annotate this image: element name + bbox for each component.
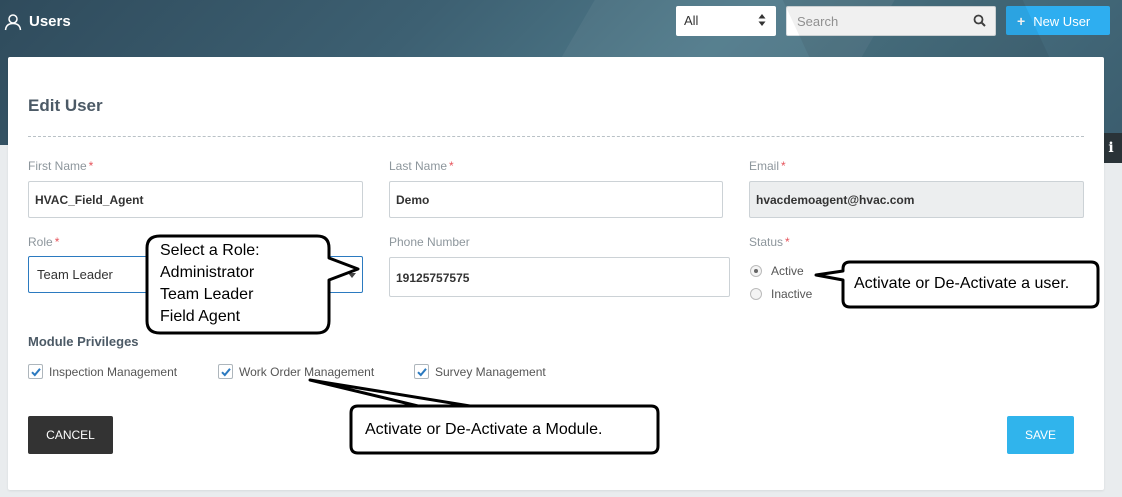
user-icon [4, 14, 22, 31]
new-user-button[interactable]: + New User [1006, 6, 1110, 35]
filter-select-value: All [684, 13, 699, 28]
role-label: Role * [28, 235, 59, 249]
plus-icon: + [1017, 13, 1026, 29]
required-mark: * [785, 235, 790, 249]
email-label-text: Email [749, 159, 780, 173]
role-callout-text: Select a Role: Administrator Team Leader… [160, 240, 260, 328]
cancel-button[interactable]: CANCEL [28, 416, 113, 454]
role-callout-line: Administrator [160, 264, 255, 281]
module-label: Work Order Management [239, 365, 375, 379]
required-mark: * [781, 159, 786, 173]
module-inspection-management[interactable]: Inspection Management [28, 364, 177, 379]
status-callout-text: Activate or De-Activate a user. [854, 275, 1070, 292]
status-label: Status * [749, 235, 790, 249]
role-label-text: Role [28, 235, 53, 249]
module-label: Survey Management [435, 365, 546, 379]
role-select-value: Team Leader [37, 267, 113, 282]
checkbox-checked-icon[interactable] [414, 364, 429, 379]
role-callout-line: Team Leader [160, 286, 254, 303]
save-button[interactable]: SAVE [1007, 416, 1074, 454]
required-mark: * [54, 235, 60, 249]
status-inactive-label: Inactive [771, 287, 813, 301]
email-label: Email * [749, 159, 786, 173]
module-callout-text: Activate or De-Activate a Module. [365, 421, 603, 438]
checkbox-checked-icon[interactable] [28, 364, 43, 379]
status-inactive-option[interactable]: Inactive [750, 287, 812, 301]
status-active-option[interactable]: Active [750, 264, 804, 278]
module-privileges-heading: Module Privileges [28, 334, 139, 349]
first-name-label: First Name * [28, 159, 93, 173]
status-label-text: Status [749, 235, 784, 249]
new-user-label: New User [1033, 14, 1091, 29]
phone-label-text: Phone Number [389, 235, 470, 249]
user-filter-select[interactable]: All [676, 6, 776, 36]
module-label: Inspection Management [49, 365, 178, 379]
role-callout-line: Field Agent [160, 308, 241, 325]
search-input[interactable] [787, 7, 957, 35]
search-box [786, 6, 996, 36]
module-work-order-management[interactable]: Work Order Management [218, 364, 374, 379]
first-name-field[interactable]: HVAC_Field_Agent [28, 181, 363, 218]
form-title: Edit User [28, 96, 103, 115]
last-name-field[interactable]: Demo [389, 181, 723, 218]
caret-down-icon [348, 273, 356, 278]
last-name-label-text: Last Name [389, 159, 448, 173]
email-field: hvacdemoagent@hvac.com [749, 181, 1084, 218]
status-active-label: Active [771, 264, 804, 278]
phone-field[interactable]: 19125757575 [389, 257, 730, 297]
page-title: Users [29, 13, 71, 30]
module-survey-management[interactable]: Survey Management [414, 364, 546, 379]
phone-label: Phone Number [389, 235, 470, 249]
role-callout-line: Select a Role: [160, 242, 260, 259]
required-mark: * [88, 159, 94, 173]
radio-unselected-icon[interactable] [750, 288, 762, 300]
checkbox-checked-icon[interactable] [218, 364, 233, 379]
sort-arrows-icon [758, 14, 766, 26]
radio-selected-icon[interactable] [750, 265, 762, 277]
search-icon[interactable] [973, 14, 986, 27]
first-name-label-text: First Name [28, 159, 87, 173]
title-divider [28, 136, 1084, 137]
last-name-label: Last Name * [389, 159, 454, 173]
required-mark: * [449, 159, 454, 173]
